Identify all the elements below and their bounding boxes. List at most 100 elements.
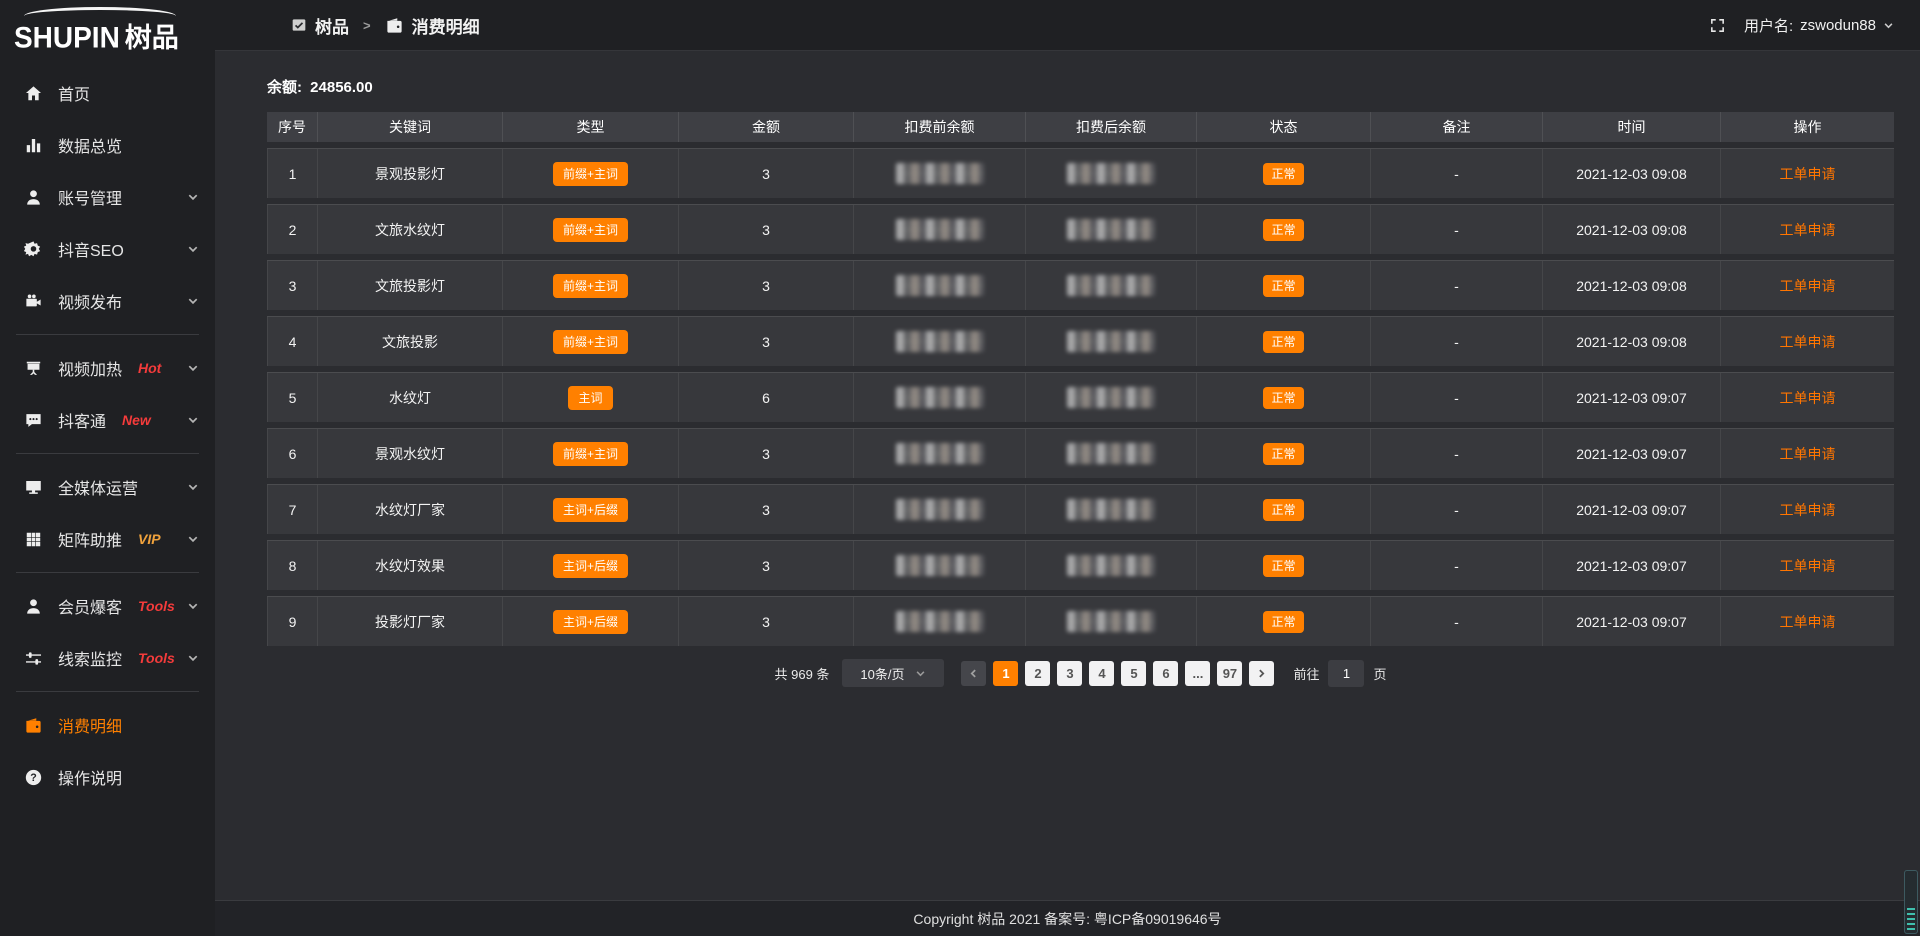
cell-action: 工单申请 bbox=[1720, 373, 1894, 422]
cell-type: 前缀+主词 bbox=[502, 205, 678, 254]
cell-seq: 7 bbox=[267, 485, 317, 534]
cell-amount: 3 bbox=[678, 261, 853, 310]
sidebar-item-sliders-13[interactable]: 线索监控Tools bbox=[0, 632, 215, 684]
ticket-apply-link[interactable]: 工单申请 bbox=[1780, 388, 1836, 408]
sidebar-item-label: 数据总览 bbox=[58, 133, 122, 157]
ticket-apply-link[interactable]: 工单申请 bbox=[1780, 612, 1836, 632]
ticket-apply-link[interactable]: 工单申请 bbox=[1780, 276, 1836, 296]
sidebar-item-tag: Hot bbox=[138, 360, 161, 376]
user-icon bbox=[24, 597, 43, 616]
sidebar-item-grid-10[interactable]: 矩阵助推 VIP bbox=[0, 513, 215, 565]
sidebar-item-label: 视频发布 bbox=[58, 289, 122, 313]
table-row: 5水纹灯主词6正常-2021-12-03 09:07工单申请 bbox=[267, 372, 1894, 422]
copyright-text: Copyright 树品 2021 备案号: 粤ICP备09019646号 bbox=[913, 909, 1221, 929]
sidebar-item-tag: VIP bbox=[138, 531, 161, 547]
sidebar-item-question-16[interactable]: ?操作说明 bbox=[0, 751, 215, 803]
sidebar-item-chart-1[interactable]: 数据总览 bbox=[0, 119, 215, 171]
sidebar-item-screen-6[interactable]: 视频加热Hot bbox=[0, 342, 215, 394]
ticket-apply-link[interactable]: 工单申请 bbox=[1780, 500, 1836, 520]
cell-balance-before bbox=[853, 429, 1025, 478]
cell-amount: 3 bbox=[678, 429, 853, 478]
masked-value bbox=[1067, 387, 1155, 408]
page-button-3[interactable]: 3 bbox=[1057, 661, 1082, 686]
status-badge: 正常 bbox=[1263, 611, 1303, 633]
page-button-97[interactable]: 97 bbox=[1217, 661, 1242, 686]
user-icon bbox=[24, 188, 43, 207]
cell-action: 工单申请 bbox=[1720, 597, 1894, 646]
page-button-5[interactable]: 5 bbox=[1121, 661, 1146, 686]
cell-seq: 1 bbox=[267, 149, 317, 198]
sidebar-item-user-12[interactable]: 会员爆客Tools bbox=[0, 580, 215, 632]
breadcrumb-item-home[interactable]: 树品 bbox=[291, 13, 349, 38]
topbar: 树品 > 消费明细 用户名: zswodun88 bbox=[215, 0, 1920, 51]
page-size-select[interactable]: 10条/页 bbox=[842, 659, 944, 687]
type-badge: 前缀+主词 bbox=[553, 274, 628, 298]
page-button-6[interactable]: 6 bbox=[1153, 661, 1178, 686]
page-button-2[interactable]: 2 bbox=[1025, 661, 1050, 686]
masked-value bbox=[1067, 219, 1155, 240]
consumption-table: 序号关键词类型金额扣费前余额扣费后余额状态备注时间操作 1景观投影灯前缀+主词3… bbox=[267, 112, 1894, 646]
page-button-1[interactable]: 1 bbox=[993, 661, 1018, 686]
table-header-cell: 状态 bbox=[1196, 112, 1370, 142]
cell-seq: 6 bbox=[267, 429, 317, 478]
sidebar-divider bbox=[16, 572, 199, 573]
question-icon: ? bbox=[24, 768, 43, 787]
sidebar-menu: 首页数据总览账号管理抖音SEO 视频发布视频加热Hot抖客通New 全媒体运营矩阵助… bbox=[0, 55, 215, 803]
type-badge: 主词+后缀 bbox=[553, 610, 628, 634]
cell-type: 主词+后缀 bbox=[502, 485, 678, 534]
masked-value bbox=[1067, 499, 1155, 520]
cell-balance-before bbox=[853, 317, 1025, 366]
page-button-4[interactable]: 4 bbox=[1089, 661, 1114, 686]
sidebar-item-gear-3[interactable]: 抖音SEO bbox=[0, 223, 215, 275]
ellipsis-button[interactable]: ... bbox=[1185, 661, 1210, 686]
table-row: 8水纹灯效果主词+后缀3正常-2021-12-03 09:07工单申请 bbox=[267, 540, 1894, 590]
username-label: 用户名: bbox=[1744, 15, 1793, 36]
user-menu[interactable]: 用户名: zswodun88 bbox=[1744, 15, 1894, 36]
cell-balance-after bbox=[1025, 373, 1196, 422]
status-badge: 正常 bbox=[1263, 275, 1303, 297]
ticket-apply-link[interactable]: 工单申请 bbox=[1780, 444, 1836, 464]
sidebar-item-user-2[interactable]: 账号管理 bbox=[0, 171, 215, 223]
cell-action: 工单申请 bbox=[1720, 485, 1894, 534]
sidebar-item-wallet-15[interactable]: 消费明细 bbox=[0, 699, 215, 751]
cell-seq: 5 bbox=[267, 373, 317, 422]
sidebar-item-home-0[interactable]: 首页 bbox=[0, 67, 215, 119]
sidebar-item-label: 抖音SEO bbox=[58, 237, 124, 261]
type-badge: 前缀+主词 bbox=[553, 218, 628, 242]
sidebar-item-label: 矩阵助推 bbox=[58, 527, 122, 551]
cell-status: 正常 bbox=[1196, 485, 1370, 534]
cell-balance-after bbox=[1025, 149, 1196, 198]
ticket-apply-link[interactable]: 工单申请 bbox=[1780, 220, 1836, 240]
prev-page-button[interactable] bbox=[961, 661, 986, 686]
chevron-down-icon bbox=[187, 414, 199, 426]
cell-time: 2021-12-03 09:08 bbox=[1542, 149, 1720, 198]
cell-amount: 3 bbox=[678, 317, 853, 366]
chevron-down-icon bbox=[187, 191, 199, 203]
cell-type: 主词 bbox=[502, 373, 678, 422]
sidebar-item-videocam-4[interactable]: 视频发布 bbox=[0, 275, 215, 327]
next-page-button[interactable] bbox=[1249, 661, 1274, 686]
cell-balance-before bbox=[853, 149, 1025, 198]
breadcrumb-item-current[interactable]: 消费明细 bbox=[385, 13, 480, 38]
goto-page-input[interactable] bbox=[1328, 660, 1364, 687]
cell-remark: - bbox=[1370, 261, 1542, 310]
sidebar-item-label: 全媒体运营 bbox=[58, 475, 138, 499]
app-logo[interactable]: SHUPIN 树品 bbox=[0, 0, 215, 55]
sidebar-item-chat-7[interactable]: 抖客通New bbox=[0, 394, 215, 446]
fullscreen-icon[interactable] bbox=[1709, 17, 1726, 34]
chevron-down-icon bbox=[187, 295, 199, 307]
sidebar-item-monitor-9[interactable]: 全媒体运营 bbox=[0, 461, 215, 513]
ticket-apply-link[interactable]: 工单申请 bbox=[1780, 556, 1836, 576]
masked-value bbox=[896, 387, 984, 408]
table-header-cell: 扣费前余额 bbox=[853, 112, 1025, 142]
table-header-cell: 备注 bbox=[1370, 112, 1542, 142]
corner-widget[interactable] bbox=[1904, 870, 1918, 934]
status-badge: 正常 bbox=[1263, 443, 1303, 465]
ticket-apply-link[interactable]: 工单申请 bbox=[1780, 332, 1836, 352]
status-badge: 正常 bbox=[1263, 555, 1303, 577]
chart-icon bbox=[24, 136, 43, 155]
cell-balance-after bbox=[1025, 597, 1196, 646]
ticket-apply-link[interactable]: 工单申请 bbox=[1780, 164, 1836, 184]
goto-page: 前往 页 bbox=[1293, 660, 1386, 687]
cell-balance-before bbox=[853, 597, 1025, 646]
